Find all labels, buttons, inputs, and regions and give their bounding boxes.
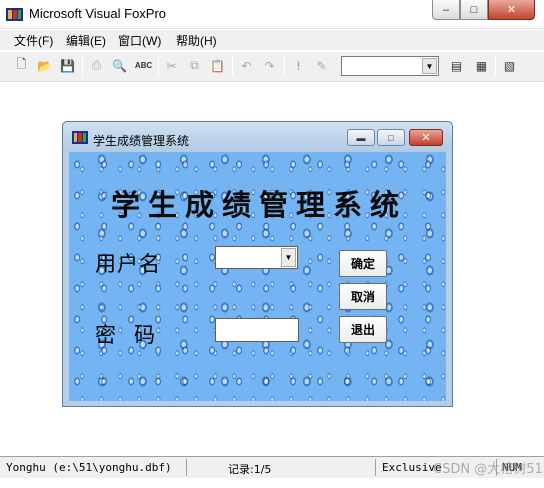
username-combobox[interactable]: ▼ <box>215 246 298 269</box>
toolbar-separator <box>158 56 159 76</box>
menu-bar: 文件(F) 编辑(E) 窗口(W) 帮助(H) <box>0 30 544 50</box>
foxpro-app-icon <box>6 8 23 21</box>
form-title: 学生成绩管理系统 <box>93 134 190 148</box>
status-divider <box>186 459 187 476</box>
chevron-down-icon[interactable]: ▼ <box>422 58 437 74</box>
form-body-water-drops: 学生成绩管理系统 用户名 ▼ 密码 确定 取消 退出 <box>69 152 446 401</box>
app-title: Microsoft Visual FoxPro <box>29 6 167 21</box>
cut-icon[interactable]: ✂ <box>161 55 182 76</box>
modify-form-icon[interactable]: ✎ <box>311 55 332 76</box>
ok-button[interactable]: 确定 <box>339 250 387 277</box>
run-icon[interactable]: ! <box>288 55 309 76</box>
maximize-icon: □ <box>470 3 478 16</box>
title-bar[interactable]: Microsoft Visual FoxPro – □ ✕ <box>0 0 544 29</box>
menu-file[interactable]: 文件(F) <box>14 32 53 49</box>
minimize-icon: ▬ <box>356 132 366 143</box>
close-button[interactable]: ✕ <box>488 0 535 20</box>
close-icon: ✕ <box>421 132 431 144</box>
status-record: 记录:1/5 <box>228 463 272 476</box>
form-close-button[interactable]: ✕ <box>409 129 443 146</box>
menu-window[interactable]: 窗口(W) <box>118 32 161 49</box>
username-label: 用户名 <box>95 252 161 276</box>
login-form-window: 学生成绩管理系统 ▬ □ ✕ 学生成绩管理系统 用户名 ▼ 密码 确定 取消 退… <box>62 121 453 407</box>
minimize-icon: – <box>442 3 450 16</box>
form-minimize-button[interactable]: ▬ <box>347 129 375 146</box>
menu-help[interactable]: 帮助(H) <box>176 32 217 49</box>
menu-edit[interactable]: 编辑(E) <box>66 32 106 49</box>
form-maximize-button[interactable]: □ <box>377 129 405 146</box>
toolbar-separator <box>232 56 233 76</box>
foxpro-form-icon <box>72 131 88 144</box>
save-icon[interactable]: 💾 <box>57 55 78 76</box>
open-icon[interactable]: 📂 <box>34 55 55 76</box>
csdn-watermark: CSDN @大榕树51 <box>433 462 543 477</box>
standard-toolbar: 🗋 📂 💾 ⎙ 🔍 ABC ✂ ⧉ 📋 ↶ ↷ ! ✎ ▼ ▤ ▦ ▧ <box>0 52 544 82</box>
maximize-button[interactable]: □ <box>460 0 488 20</box>
undo-icon[interactable]: ↶ <box>236 55 257 76</box>
close-icon: ✕ <box>506 4 517 16</box>
status-divider <box>375 459 376 476</box>
password-input[interactable] <box>215 318 299 342</box>
maximize-icon: □ <box>388 132 394 143</box>
toolbar-separator <box>495 56 496 76</box>
form-title-bar[interactable]: 学生成绩管理系统 ▬ □ ✕ <box>63 122 452 152</box>
spell-check-icon[interactable]: ABC <box>133 55 154 76</box>
database-icon[interactable]: ▧ <box>499 55 520 76</box>
exit-button[interactable]: 退出 <box>339 316 387 343</box>
toolbar-separator <box>284 56 285 76</box>
paste-icon[interactable]: 📋 <box>207 55 228 76</box>
new-icon[interactable]: 🗋 <box>11 55 32 76</box>
minimize-button[interactable]: – <box>432 0 460 20</box>
copy-icon[interactable]: ⧉ <box>184 55 205 76</box>
toolbar-combo[interactable]: ▼ <box>341 56 439 76</box>
password-label: 密码 <box>95 323 173 347</box>
status-table-path: Yonghu (e:\51\yonghu.dbf) <box>6 461 172 474</box>
username-input[interactable] <box>216 247 280 268</box>
print-preview-icon[interactable]: 🔍 <box>109 55 130 76</box>
cancel-button[interactable]: 取消 <box>339 283 387 310</box>
command-window-icon[interactable]: ▤ <box>446 55 467 76</box>
foxpro-main-window: Microsoft Visual FoxPro – □ ✕ 文件(F) 编辑(E… <box>0 0 544 488</box>
toolbar-separator <box>82 56 83 76</box>
redo-icon[interactable]: ↷ <box>259 55 280 76</box>
system-heading: 学生成绩管理系统 <box>110 188 407 222</box>
chevron-down-icon[interactable]: ▼ <box>281 248 296 267</box>
print-icon[interactable]: ⎙ <box>86 55 107 76</box>
data-session-icon[interactable]: ▦ <box>471 55 492 76</box>
